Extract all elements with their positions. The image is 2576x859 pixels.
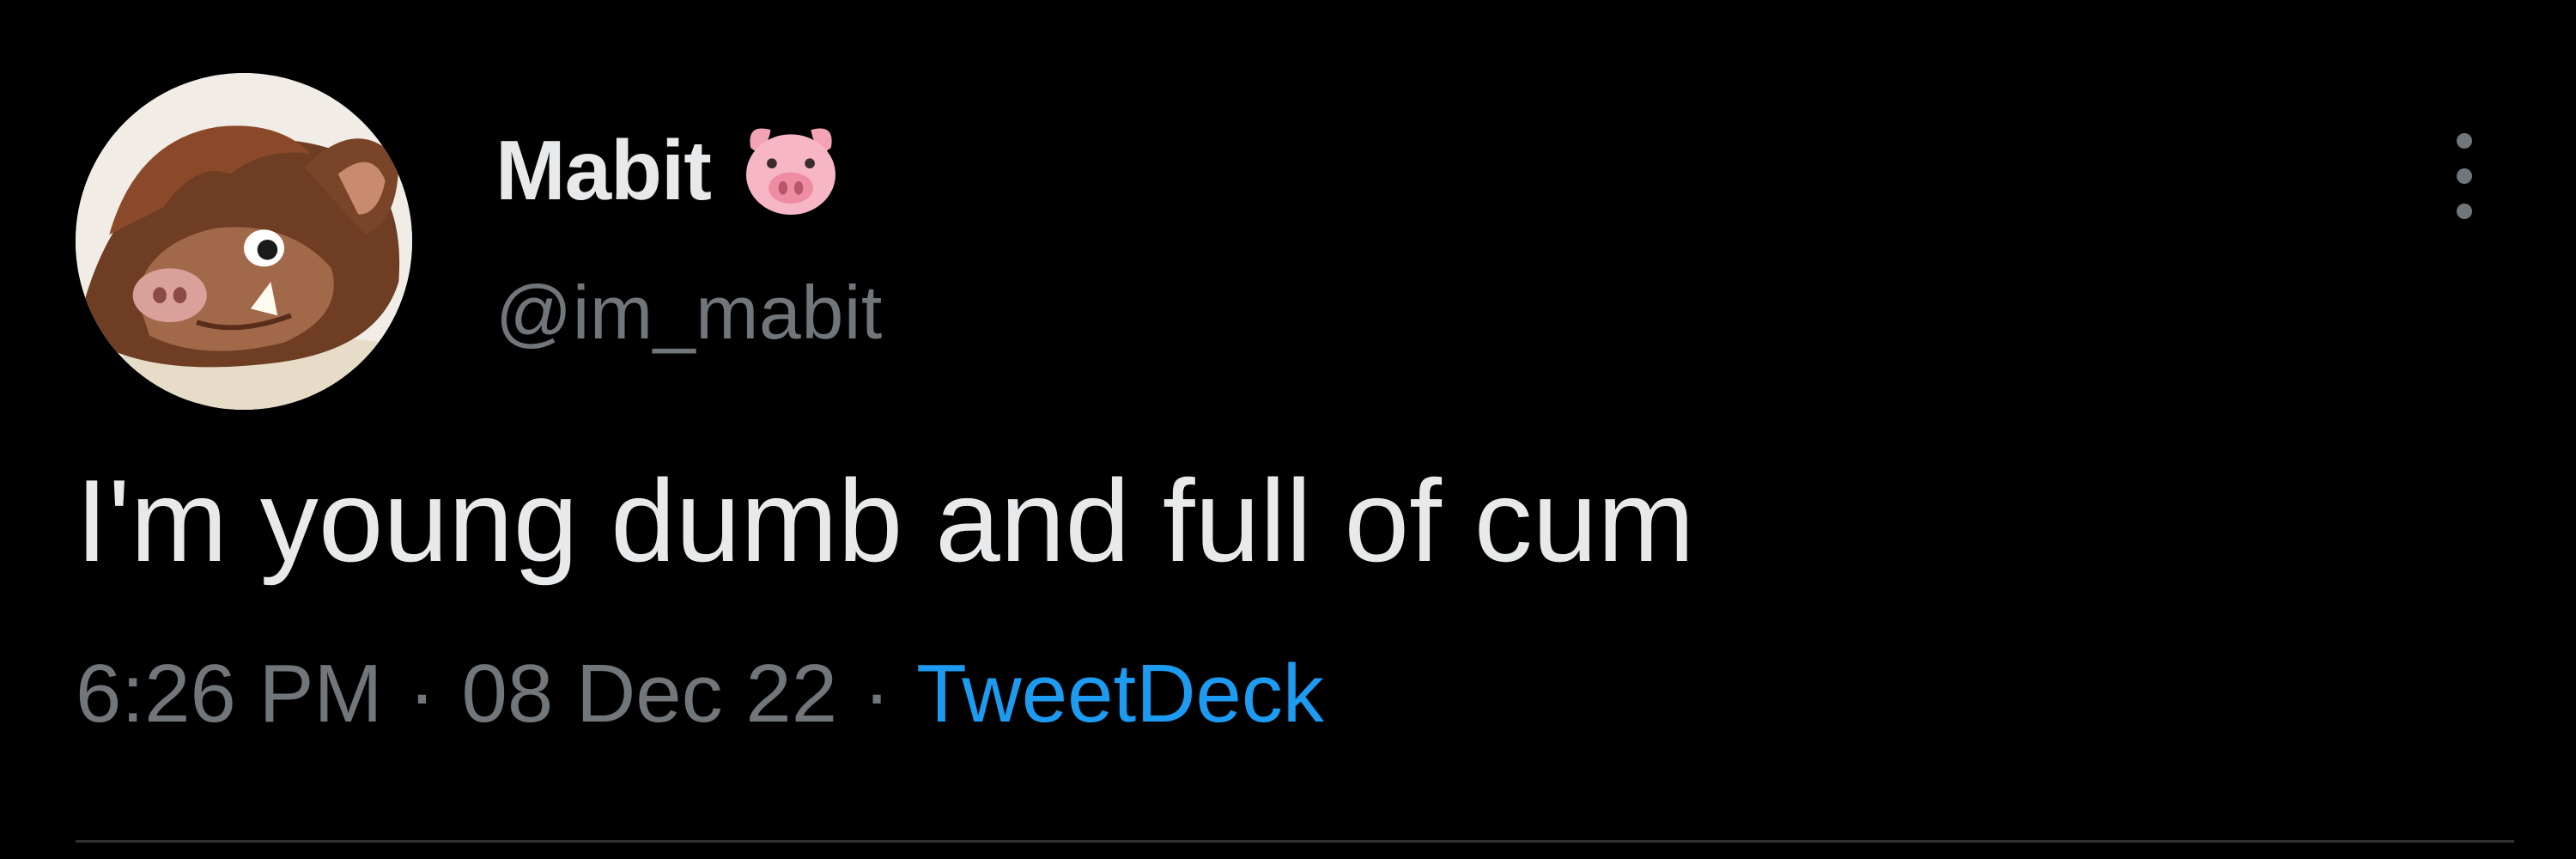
tweet-time[interactable]: 6:26 PM: [76, 653, 383, 735]
menu-dot: [2457, 204, 2472, 219]
more-vertical-icon[interactable]: [2439, 133, 2490, 219]
tweet[interactable]: Mabit @im_mabit I'm young dumb and full …: [0, 0, 2576, 859]
tweet-meta: 6:26 PM · 08 Dec 22 · TweetDeck: [76, 653, 1324, 735]
avatar[interactable]: [76, 73, 412, 410]
meta-separator: ·: [408, 648, 436, 740]
tweet-text: I'm young dumb and full of cum: [76, 455, 1695, 586]
tweet-source-link[interactable]: TweetDeck: [916, 653, 1324, 735]
meta-separator: ·: [863, 648, 891, 740]
divider: [76, 840, 2514, 843]
author-name-row[interactable]: Mabit: [495, 110, 847, 230]
tweet-date[interactable]: 08 Dec 22: [461, 653, 837, 735]
menu-dot: [2457, 133, 2472, 149]
author-handle[interactable]: @im_mabit: [495, 275, 883, 350]
boar-avatar-icon: [76, 73, 412, 410]
display-name[interactable]: Mabit: [495, 128, 712, 212]
pig-face-icon: [745, 128, 835, 215]
menu-dot: [2457, 168, 2472, 184]
